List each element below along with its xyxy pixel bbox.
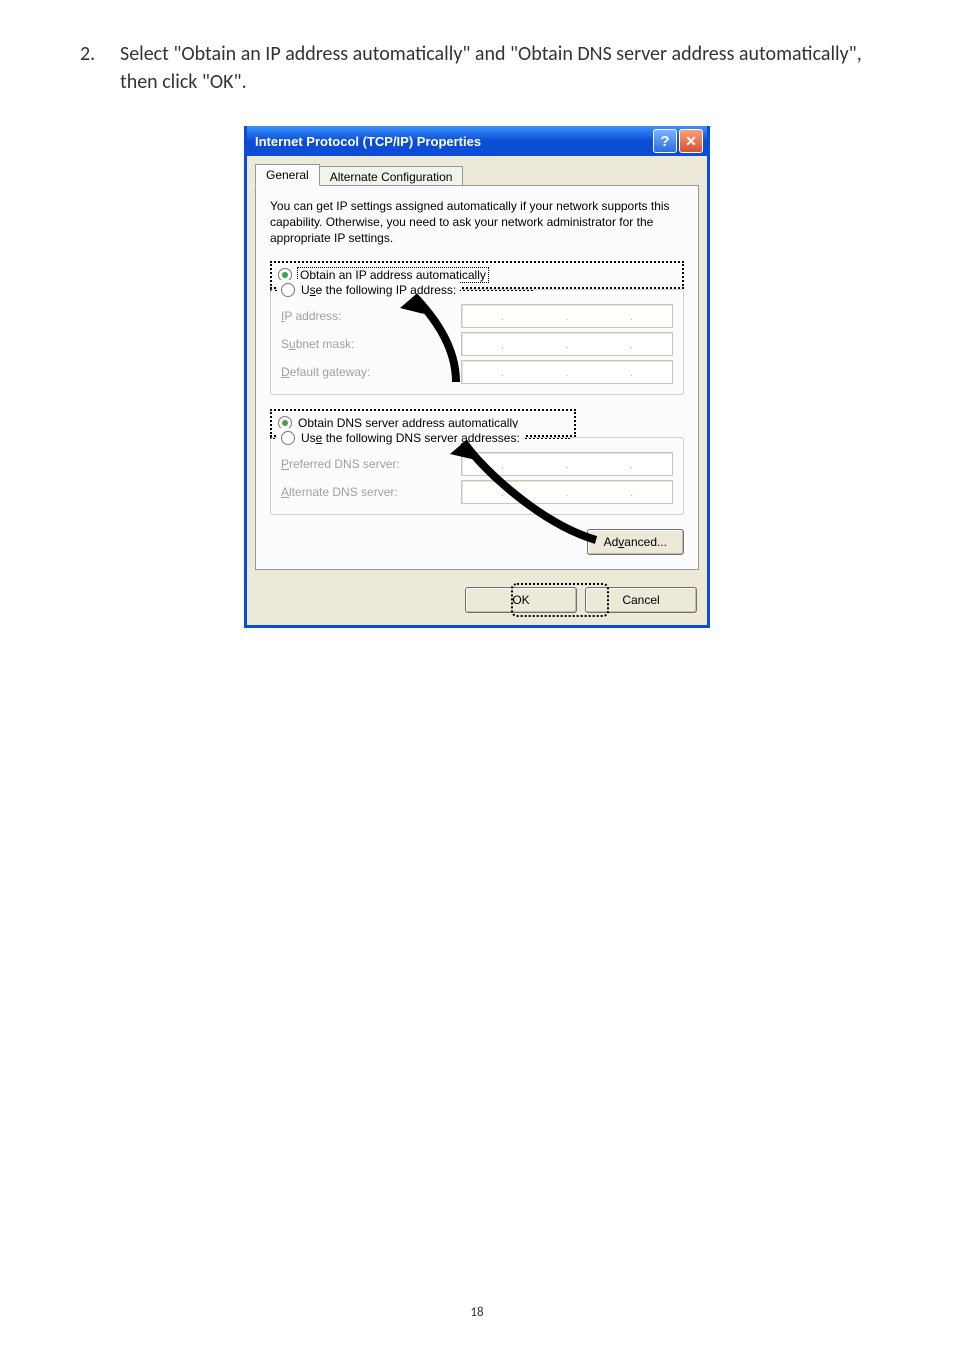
description-text: You can get IP settings assigned automat… — [270, 198, 684, 247]
radio-empty-icon — [281, 431, 295, 445]
radio-use-dns-label: Use the following DNS server addresses: — [301, 431, 520, 445]
input-default-gateway[interactable]: ... — [461, 360, 673, 384]
radio-use-ip[interactable]: Use the following IP address: — [277, 280, 460, 300]
label-ip-address: IP address: — [281, 309, 461, 323]
dialog-title: Internet Protocol (TCP/IP) Properties — [255, 134, 481, 149]
label-default-gateway: Default gateway: — [281, 365, 461, 379]
instruction-step: 2. Select "Obtain an IP address automati… — [80, 40, 874, 96]
advanced-label: Advanced... — [604, 535, 667, 549]
row-ip-address: IP address: ... — [281, 304, 673, 328]
step-text: Select "Obtain an IP address automatical… — [120, 40, 874, 96]
label-subnet-mask: Subnet mask: — [281, 337, 461, 351]
input-preferred-dns[interactable]: ... — [461, 452, 673, 476]
title-bar: Internet Protocol (TCP/IP) Properties ? … — [247, 126, 707, 156]
radio-empty-icon — [281, 283, 295, 297]
radio-use-ip-label: Use the following IP address: — [301, 283, 456, 297]
row-preferred-dns: Preferred DNS server: ... — [281, 452, 673, 476]
row-alternate-dns: Alternate DNS server: ... — [281, 480, 673, 504]
dialog-window: Internet Protocol (TCP/IP) Properties ? … — [244, 126, 710, 628]
input-subnet-mask[interactable]: ... — [461, 332, 673, 356]
input-alternate-dns[interactable]: ... — [461, 480, 673, 504]
radio-use-dns[interactable]: Use the following DNS server addresses: — [277, 428, 524, 448]
help-button[interactable]: ? — [653, 129, 677, 153]
tab-bar: General Alternate Configuration — [247, 156, 707, 186]
cancel-button[interactable]: Cancel — [585, 587, 697, 613]
dialog-footer: OK Cancel — [247, 579, 707, 625]
row-subnet-mask: Subnet mask: ... — [281, 332, 673, 356]
row-default-gateway: Default gateway: ... — [281, 360, 673, 384]
step-number: 2. — [80, 40, 120, 96]
tab-panel-general: You can get IP settings assigned automat… — [255, 185, 699, 570]
label-alternate-dns: Alternate DNS server: — [281, 485, 461, 499]
help-icon: ? — [660, 133, 669, 150]
page-number: 18 — [0, 1305, 954, 1320]
close-button[interactable]: ✕ — [679, 129, 703, 153]
ok-button[interactable]: OK — [465, 587, 577, 613]
input-ip-address[interactable]: ... — [461, 304, 673, 328]
tab-general[interactable]: General — [255, 164, 320, 186]
label-preferred-dns: Preferred DNS server: — [281, 457, 461, 471]
advanced-button[interactable]: Advanced... — [587, 529, 684, 555]
close-icon: ✕ — [685, 133, 697, 150]
